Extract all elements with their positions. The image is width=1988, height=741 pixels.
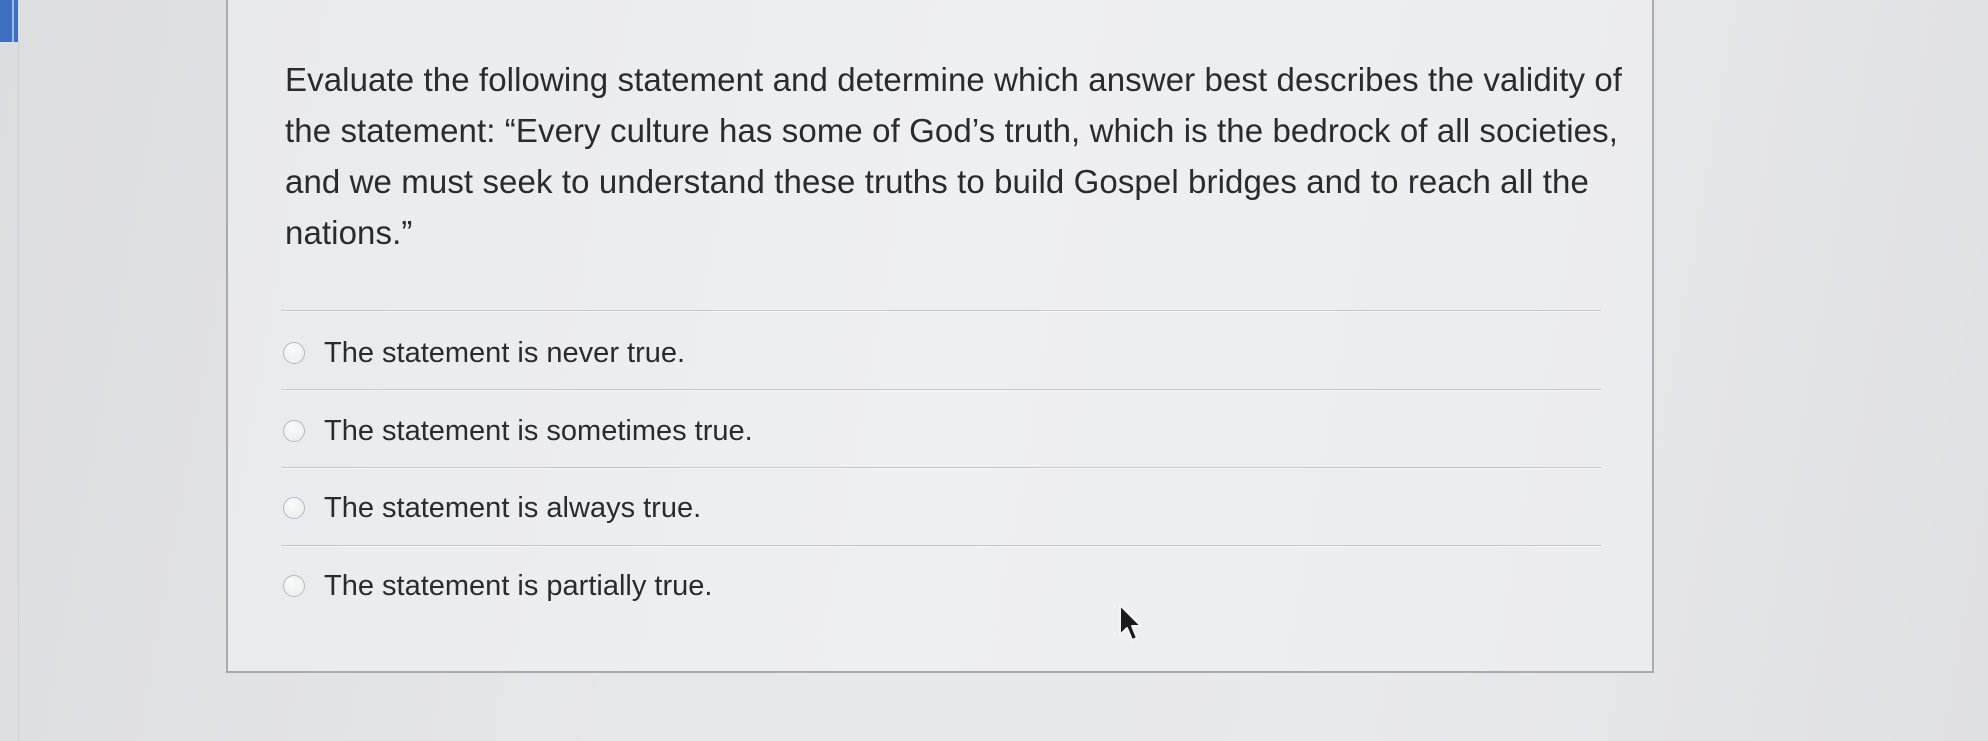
options-top-divider — [281, 310, 1601, 311]
option-always-true[interactable]: The statement is always true. — [283, 484, 701, 532]
mouse-pointer-icon — [1119, 604, 1142, 641]
option-label: The statement is never true. — [324, 336, 686, 369]
radio-button-icon[interactable] — [283, 575, 305, 597]
left-accent-bar — [0, 0, 18, 42]
option-label: The statement is always true. — [324, 491, 702, 524]
radio-button-icon[interactable] — [283, 497, 305, 519]
question-card: Evaluate the following statement and det… — [226, 0, 1654, 673]
radio-button-icon[interactable] — [283, 342, 305, 364]
left-edge-divider — [18, 42, 19, 741]
radio-button-icon[interactable] — [283, 420, 305, 442]
option-sometimes-true[interactable]: The statement is sometimes true. — [283, 407, 753, 455]
option-divider — [281, 389, 1601, 390]
question-text: Evaluate the following statement and det… — [285, 61, 1623, 251]
option-label: The statement is sometimes true. — [324, 414, 753, 447]
option-divider — [281, 545, 1601, 546]
option-divider — [281, 467, 1601, 468]
option-partially-true[interactable]: The statement is partially true. — [283, 562, 712, 610]
option-never-true[interactable]: The statement is never true. — [283, 329, 685, 377]
option-label: The statement is partially true. — [324, 569, 713, 602]
